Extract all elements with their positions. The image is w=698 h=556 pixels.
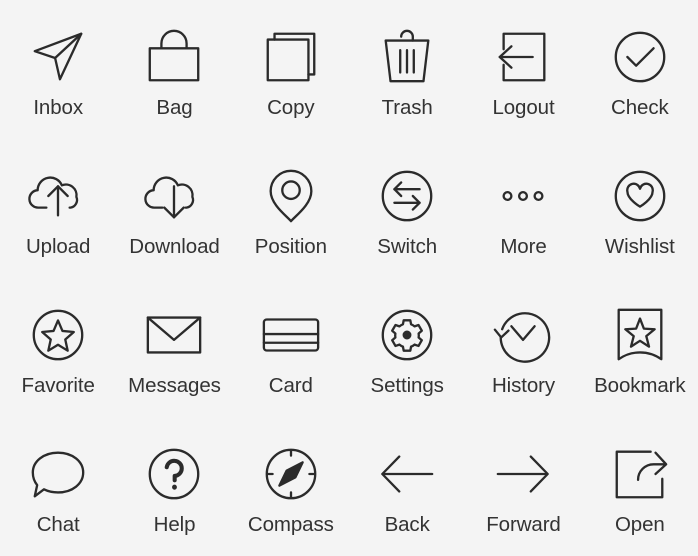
icon-cell-settings[interactable]: Settings (349, 278, 465, 417)
icon-cell-copy[interactable]: Copy (233, 0, 349, 139)
icon-label: Forward (486, 512, 561, 536)
icon-cell-back[interactable]: Back (349, 417, 465, 556)
icon-label: Copy (267, 95, 315, 119)
compass-icon (257, 440, 325, 508)
icon-cell-wishlist[interactable]: Wishlist (582, 139, 698, 278)
icon-cell-trash[interactable]: Trash (349, 0, 465, 139)
shopping-bag-icon (140, 23, 208, 91)
icon-label: Back (384, 512, 430, 536)
icon-cell-more[interactable]: More (465, 139, 581, 278)
ellipsis-icon (489, 162, 557, 230)
icon-label: Help (153, 512, 196, 536)
map-pin-icon (257, 162, 325, 230)
icon-label: History (491, 373, 556, 397)
icon-label: Inbox (33, 95, 83, 119)
icon-cell-bag[interactable]: Bag (116, 0, 232, 139)
check-circle-icon (606, 23, 674, 91)
icon-cell-upload[interactable]: Upload (0, 139, 116, 278)
icon-cell-download[interactable]: Download (116, 139, 232, 278)
icon-label: Trash (381, 95, 433, 119)
icon-label: Download (129, 234, 220, 258)
open-external-icon (606, 440, 674, 508)
icon-cell-messages[interactable]: Messages (116, 278, 232, 417)
icon-cell-bookmark[interactable]: Bookmark (582, 278, 698, 417)
cloud-download-icon (140, 162, 208, 230)
heart-circle-icon (606, 162, 674, 230)
icon-grid: Inbox Bag Copy Trash Logout Check Upload… (0, 0, 698, 556)
icon-cell-favorite[interactable]: Favorite (0, 278, 116, 417)
icon-label: Check (611, 95, 669, 119)
envelope-icon (140, 301, 208, 369)
icon-label: Logout (492, 95, 555, 119)
icon-label: Compass (247, 512, 334, 536)
icon-label: Switch (377, 234, 438, 258)
icon-cell-check[interactable]: Check (582, 0, 698, 139)
icon-label: Settings (370, 373, 444, 397)
question-circle-icon (140, 440, 208, 508)
logout-arrow-icon (489, 23, 557, 91)
icon-cell-position[interactable]: Position (233, 139, 349, 278)
cloud-upload-icon (24, 162, 92, 230)
icon-cell-forward[interactable]: Forward (465, 417, 581, 556)
icon-label: Open (614, 512, 665, 536)
star-circle-icon (24, 301, 92, 369)
icon-cell-open[interactable]: Open (582, 417, 698, 556)
arrow-left-icon (373, 440, 441, 508)
clock-rotate-icon (489, 301, 557, 369)
speech-bubble-icon (24, 440, 92, 508)
icon-label: Bookmark (594, 373, 686, 397)
icon-cell-history[interactable]: History (465, 278, 581, 417)
paper-plane-icon (24, 23, 92, 91)
icon-cell-inbox[interactable]: Inbox (0, 0, 116, 139)
icon-cell-switch[interactable]: Switch (349, 139, 465, 278)
arrow-right-icon (489, 440, 557, 508)
trash-can-icon (373, 23, 441, 91)
icon-cell-chat[interactable]: Chat (0, 417, 116, 556)
icon-label: More (500, 234, 547, 258)
icon-label: Chat (36, 512, 80, 536)
copy-pages-icon (257, 23, 325, 91)
icon-label: Favorite (21, 373, 95, 397)
credit-card-icon (257, 301, 325, 369)
icon-label: Upload (25, 234, 91, 258)
bookmark-star-icon (606, 301, 674, 369)
icon-label: Card (268, 373, 313, 397)
icon-label: Wishlist (604, 234, 675, 258)
icon-cell-compass[interactable]: Compass (233, 417, 349, 556)
icon-label: Position (254, 234, 327, 258)
icon-cell-card[interactable]: Card (233, 278, 349, 417)
switch-arrows-circle-icon (373, 162, 441, 230)
icon-label: Bag (156, 95, 193, 119)
icon-cell-logout[interactable]: Logout (465, 0, 581, 139)
gear-circle-icon (373, 301, 441, 369)
icon-cell-help[interactable]: Help (116, 417, 232, 556)
icon-label: Messages (128, 373, 221, 397)
